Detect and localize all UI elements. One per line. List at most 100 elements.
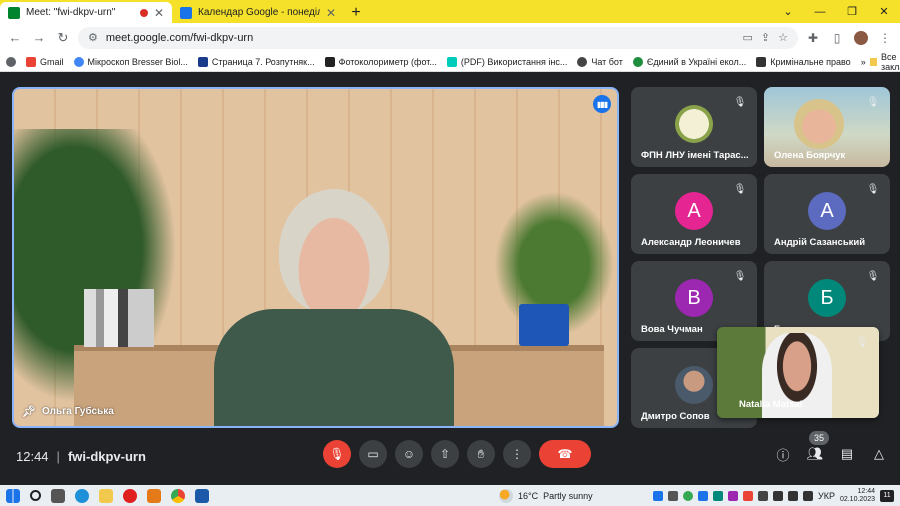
search-icon[interactable] (30, 490, 41, 501)
close-tab-icon[interactable]: ✕ (154, 6, 164, 20)
star-icon[interactable]: ☆ (778, 31, 788, 44)
participant-tile[interactable]: 🎙︎ ФПН ЛНУ імені Тарас... (631, 87, 757, 167)
edge-icon[interactable] (75, 488, 89, 503)
speaker-face (279, 189, 389, 314)
windows-start-icon[interactable] (6, 488, 20, 503)
mic-off-icon: 🎙︎ (733, 270, 747, 282)
bookmark-item[interactable]: Страница 7. Розпутняк... (197, 56, 315, 67)
bookmark-item[interactable]: Фотоколориметр (фот... (324, 56, 437, 67)
main-speaker-tile[interactable]: ▮▮▮ 📌︎ Ольга Губська (12, 87, 619, 428)
chat-icon[interactable]: ▤ (838, 445, 856, 463)
more-bookmarks-button[interactable]: » (861, 57, 866, 67)
bookmark-item[interactable]: Єдиний в Україні екол... (632, 56, 746, 67)
maximize-button[interactable]: ❐ (836, 0, 868, 23)
avatar (675, 105, 713, 143)
cast-icon[interactable]: ▭ (743, 31, 753, 44)
emoji-button[interactable]: ☺ (395, 440, 423, 468)
folder-icon (869, 57, 877, 66)
volume-icon[interactable] (787, 490, 798, 501)
mic-off-icon: 🎙︎ (866, 183, 880, 195)
weather-icon (499, 488, 513, 503)
site-icon (756, 56, 767, 67)
bookmark-label: Страница 7. Розпутняк... (211, 56, 315, 67)
all-bookmarks-button[interactable]: Все закладки (881, 52, 900, 72)
app-icon[interactable] (727, 490, 738, 501)
gmail-icon (26, 56, 36, 67)
share-icon[interactable]: ⇪ (761, 31, 770, 44)
site-info-icon[interactable]: ⚙ (88, 31, 98, 44)
taskbar-clock[interactable]: 12:44 02.10.2023 (840, 488, 875, 504)
bookmark-item[interactable]: Чат бот (577, 56, 623, 67)
info-icon[interactable]: ⓘ (774, 445, 792, 463)
mic-toggle-button[interactable]: 🎙︎ (323, 440, 351, 468)
app-icon[interactable] (742, 490, 753, 501)
file-explorer-icon[interactable] (99, 488, 113, 503)
participant-count-badge: 35 (809, 431, 829, 445)
app-icon[interactable] (195, 488, 209, 503)
speaker-body (214, 309, 454, 426)
back-button[interactable]: ← (6, 29, 24, 47)
window-controls: ⌄ — ❐ ✕ (772, 0, 900, 23)
bookmark-label: Фотоколориметр (фот... (338, 56, 437, 67)
tab-title: Meet: "fwi-dkpv-urn" (26, 7, 116, 18)
minimize-button[interactable]: — (804, 0, 836, 23)
leave-call-button[interactable]: ☎︎ (539, 440, 591, 468)
opera-icon[interactable] (123, 488, 137, 503)
bluetooth-icon[interactable] (652, 490, 663, 501)
network-icon[interactable] (772, 490, 783, 501)
bookmark-apps[interactable] (6, 56, 16, 67)
collapse-tabs-icon[interactable]: ⌄ (772, 0, 804, 23)
mic-off-icon: 🎙︎ (733, 183, 747, 195)
google-icon (73, 56, 84, 67)
app-icon[interactable] (667, 490, 678, 501)
present-button[interactable]: ⇧ (431, 440, 459, 468)
extensions-icon[interactable]: ✚ (804, 29, 822, 47)
weather-widget[interactable]: 16°C Partly sunny (499, 488, 593, 503)
avatar: А (675, 192, 713, 230)
apps-icon (6, 56, 16, 67)
app-icon[interactable] (712, 490, 723, 501)
close-tab-icon[interactable]: ✕ (326, 6, 336, 20)
chrome-icon[interactable] (682, 490, 693, 501)
weather-condition: Partly sunny (543, 490, 593, 501)
participant-name: ФПН ЛНУ імені Тарас... (641, 150, 749, 161)
pin-icon[interactable]: 📌︎ (22, 405, 36, 418)
separator: | (56, 449, 60, 464)
notifications-icon[interactable]: 11 (880, 489, 894, 502)
language-indicator[interactable]: УКР (818, 491, 835, 501)
profile-icon[interactable] (852, 29, 870, 47)
battery-icon[interactable] (802, 490, 813, 501)
app-icon[interactable] (147, 488, 161, 503)
participant-name: Андрій Сазанський (774, 237, 866, 248)
more-options-button[interactable]: ⋮ (503, 440, 531, 468)
address-bar[interactable]: ⚙ meet.google.com/fwi-dkpv-urn ▭ ⇪ ☆ (78, 26, 798, 49)
taskbar-time: 12:44 (857, 487, 875, 495)
new-tab-button[interactable]: + (344, 2, 368, 23)
task-view-icon[interactable] (51, 488, 65, 503)
bookmark-item[interactable]: (PDF) Використання інс... (446, 56, 567, 67)
activities-icon[interactable]: △ (870, 445, 888, 463)
reload-button[interactable]: ↻ (54, 29, 72, 47)
participant-tile[interactable]: А 🎙︎ Александр Леоничев (631, 174, 757, 254)
raise-hand-button[interactable]: ✋︎ (467, 440, 495, 468)
participant-tile[interactable]: А 🎙︎ Андрій Сазанський (764, 174, 890, 254)
bookmark-item[interactable]: Кримінальне право (756, 56, 851, 67)
camera-toggle-button[interactable]: ▭ (359, 440, 387, 468)
sidebar-icon[interactable]: ▯ (828, 29, 846, 47)
participant-tile[interactable]: 🎙︎ Олена Боярчук (764, 87, 890, 167)
bookmark-item[interactable]: Gmail (26, 56, 64, 67)
tab-calendar[interactable]: Календар Google - понеділок, 2 жовт ✕ (172, 2, 344, 23)
participant-video (794, 99, 844, 149)
site-icon (577, 56, 588, 67)
researchgate-icon (446, 56, 457, 67)
forward-button[interactable]: → (30, 29, 48, 47)
app-icon[interactable] (757, 490, 768, 501)
self-view-tile[interactable]: 🎙︎ Natalia Matsai (717, 327, 879, 418)
people-icon[interactable]: 👥︎ (806, 445, 824, 463)
app-icon[interactable] (697, 490, 708, 501)
bookmark-item[interactable]: Мікроскоп Bresser Biol... (73, 56, 188, 67)
close-window-button[interactable]: ✕ (868, 0, 900, 23)
chrome-icon[interactable] (171, 488, 185, 503)
tab-meet[interactable]: Meet: "fwi-dkpv-urn" ✕ (0, 2, 172, 23)
menu-icon[interactable]: ⋮ (876, 29, 894, 47)
